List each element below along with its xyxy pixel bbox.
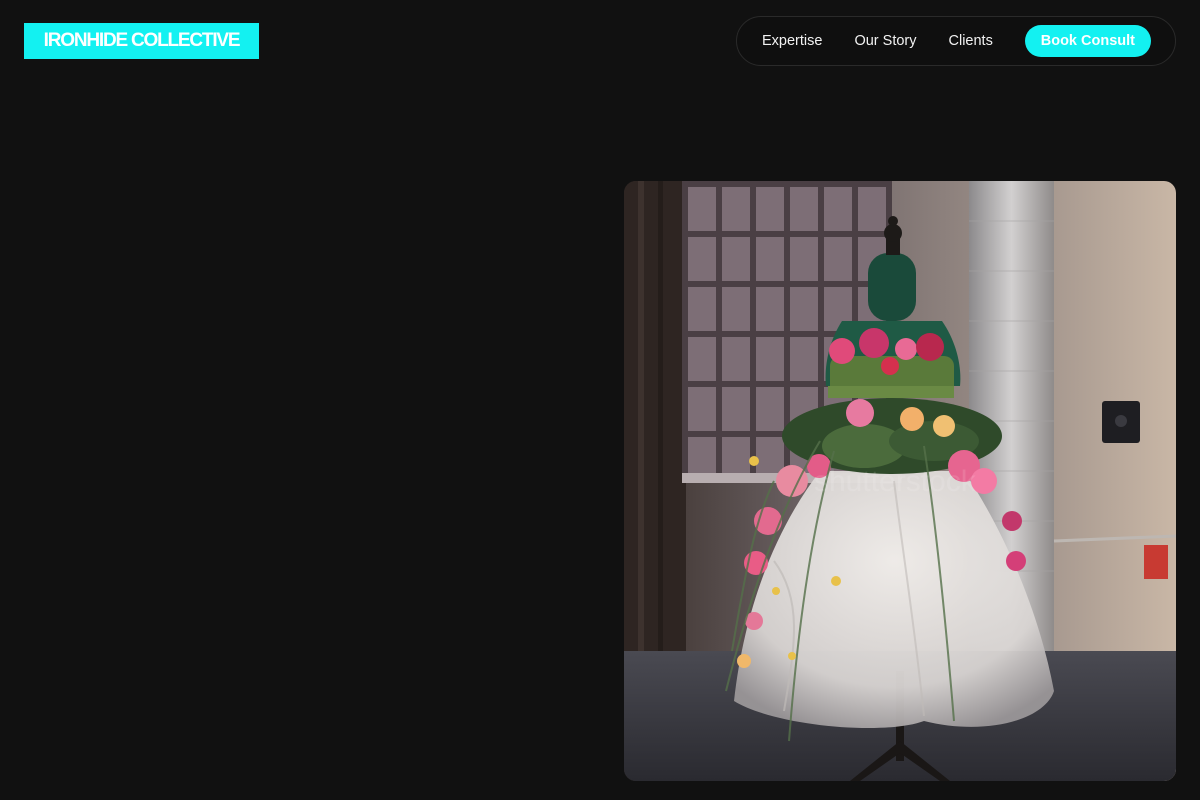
svg-text:shutterstock: shutterstock: [814, 465, 977, 498]
nav-link-expertise[interactable]: Expertise: [762, 33, 822, 49]
brand-logo[interactable]: IRONHIDE COLLECTIVE: [24, 23, 259, 59]
book-consult-button[interactable]: Book Consult: [1024, 25, 1151, 57]
main-nav: Expertise Our Story Clients Book Consult: [736, 16, 1176, 66]
logo-text: IRONHIDE COLLECTIVE: [43, 30, 241, 51]
hero-image: shutterstock: [624, 181, 1176, 781]
page: IRONHIDE COLLECTIVE Expertise Our Story …: [0, 0, 1200, 800]
nav-link-clients[interactable]: Clients: [949, 33, 993, 49]
hero-photo: shutterstock: [624, 181, 1176, 781]
nav-link-our-story[interactable]: Our Story: [854, 33, 916, 49]
